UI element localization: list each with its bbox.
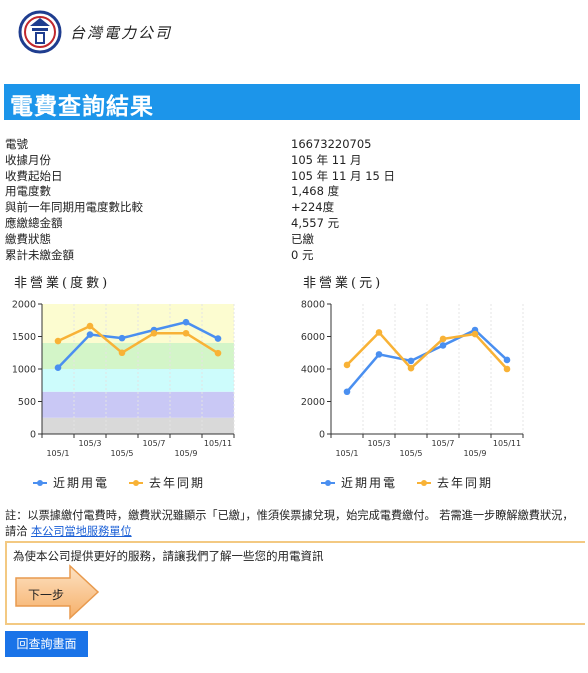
bill-info: 電號 16673220705 收據月份 105 年 11 月收費起始日 105 年 11… (5, 137, 395, 263)
next-step-button[interactable]: 下一步 (14, 564, 100, 620)
next-step-label: 下一步 (28, 588, 65, 602)
info-value: 1,468 度 (291, 184, 340, 199)
legend-marker-last-year (129, 479, 144, 486)
data-point (118, 334, 126, 342)
y-tick-label: 8000 (301, 300, 325, 311)
payment-note: 註：以票據繳付電費時，繳費狀況雖顯示「已繳」，惟須俟票據兌現，始完成電費繳付。 … (5, 508, 583, 540)
info-label: 用電度數 (5, 184, 51, 199)
info-value: 105 年 11 月 15 日 (291, 168, 395, 183)
data-point (343, 361, 351, 369)
y-tick-label: 500 (18, 397, 36, 408)
data-point (503, 356, 511, 364)
legend-marker-last-year (417, 479, 432, 486)
service-unit-link[interactable]: 本公司當地服務單位 (31, 525, 132, 538)
data-point (375, 351, 383, 358)
info-row: 應繳總金額 4,557 元 (5, 216, 395, 232)
survey-question: 為使本公司提供更好的服務，請讓我們了解一些您的用電資訊 (13, 549, 324, 563)
legend-marker-recent (33, 479, 47, 486)
legend-item-last-year: 去年同期 (417, 474, 493, 491)
info-row: 用電度數 1,468 度 (5, 184, 395, 200)
chart-kwh-title: 非營業(度數) (14, 276, 111, 291)
data-point (54, 364, 62, 371)
data-point (439, 335, 447, 343)
data-point (182, 329, 190, 337)
chart-kwh-legend: 近期用電 去年同期 (33, 474, 225, 491)
data-point (471, 330, 479, 338)
page-title: 電費查詢結果 (10, 94, 154, 120)
info-row: 電號 16673220705 (5, 137, 395, 153)
chart-cost: 0 2000 4000 6000 8000 105/1 105/3 105/5 105/7 105… (301, 300, 524, 458)
data-point (86, 322, 94, 330)
chart-cost-legend: 近期用電 去年同期 (321, 474, 513, 491)
data-point (375, 329, 383, 336)
data-point (118, 349, 126, 357)
legend-item-recent: 近期用電 (321, 474, 397, 491)
data-point (214, 349, 222, 357)
y-tick-label: 0 (30, 430, 36, 441)
taipower-emblem-icon (18, 10, 62, 54)
info-row: 與前一年同期用電度數比較 +224度 (5, 200, 395, 216)
data-point (439, 342, 447, 349)
y-tick-label: 1000 (12, 365, 36, 376)
info-label: 應繳總金額 (5, 215, 63, 230)
data-point (503, 365, 511, 373)
info-value: 已繳 (291, 231, 314, 246)
y-tick-label: 2000 (12, 300, 36, 311)
company-name: 台灣電力公司 (70, 23, 173, 42)
x-tick-label: 105/9 (463, 449, 486, 458)
chart-kwh: 0 500 1000 1500 2000 105/1 105/3 105/5 105/7 105/… (12, 300, 235, 458)
info-label: 累計未繳金額 (5, 247, 74, 262)
info-label: 電號 (5, 137, 28, 151)
survey-box: 為使本公司提供更好的服務，請讓我們了解一些您的用電資訊 下一步 (5, 541, 585, 625)
data-point (407, 364, 415, 372)
info-value: 16673220705 (291, 137, 372, 151)
page-title-bar: 電費查詢結果 (4, 84, 580, 120)
y-tick-label: 4000 (301, 365, 325, 376)
info-value: 0 元 (291, 247, 314, 262)
legend-marker-recent (321, 479, 335, 486)
info-label: 收費起始日 (5, 168, 63, 183)
y-tick-label: 6000 (301, 332, 325, 343)
data-point (343, 388, 351, 396)
chart-cost-title: 非營業(元) (303, 276, 384, 291)
info-row: 累計未繳金額 0 元 (5, 248, 395, 264)
info-row: 收費起始日 105 年 11 月 15 日 (5, 169, 395, 185)
legend-item-last-year: 去年同期 (129, 474, 205, 491)
info-row: 收據月份 105 年 11 月 (5, 153, 395, 169)
info-row: 繳費狀態 已繳 (5, 232, 395, 248)
y-tick-label: 1500 (12, 332, 36, 343)
data-point (150, 329, 158, 337)
info-value: 105 年 11 月 (291, 152, 362, 167)
x-tick-label: 105/3 (367, 439, 390, 448)
data-point (182, 318, 190, 326)
x-tick-label: 105/3 (78, 439, 101, 448)
x-tick-label: 105/11 (204, 439, 232, 448)
info-label: 與前一年同期用電度數比較 (5, 200, 143, 215)
x-tick-label: 105/7 (431, 439, 454, 448)
data-point (86, 331, 94, 338)
info-label: 收據月份 (5, 152, 51, 167)
y-tick-label: 2000 (301, 397, 325, 408)
info-value: +224度 (291, 200, 335, 215)
x-tick-label: 105/5 (110, 449, 133, 458)
taipower-logo: 台灣電力公司 (18, 10, 172, 54)
info-value: 4,557 元 (291, 215, 340, 230)
data-point (407, 357, 415, 365)
x-tick-label: 105/1 (335, 449, 358, 458)
data-point (54, 337, 62, 345)
y-tick-label: 0 (319, 430, 325, 441)
legend-item-recent: 近期用電 (33, 474, 109, 491)
x-tick-label: 105/11 (493, 439, 521, 448)
x-tick-label: 105/7 (142, 439, 165, 448)
x-tick-label: 105/9 (174, 449, 197, 458)
back-to-query-button[interactable]: 回查詢畫面 (5, 631, 88, 657)
x-tick-label: 105/5 (399, 449, 422, 458)
data-point (214, 335, 222, 342)
x-tick-label: 105/1 (46, 449, 69, 458)
info-label: 繳費狀態 (5, 231, 51, 246)
